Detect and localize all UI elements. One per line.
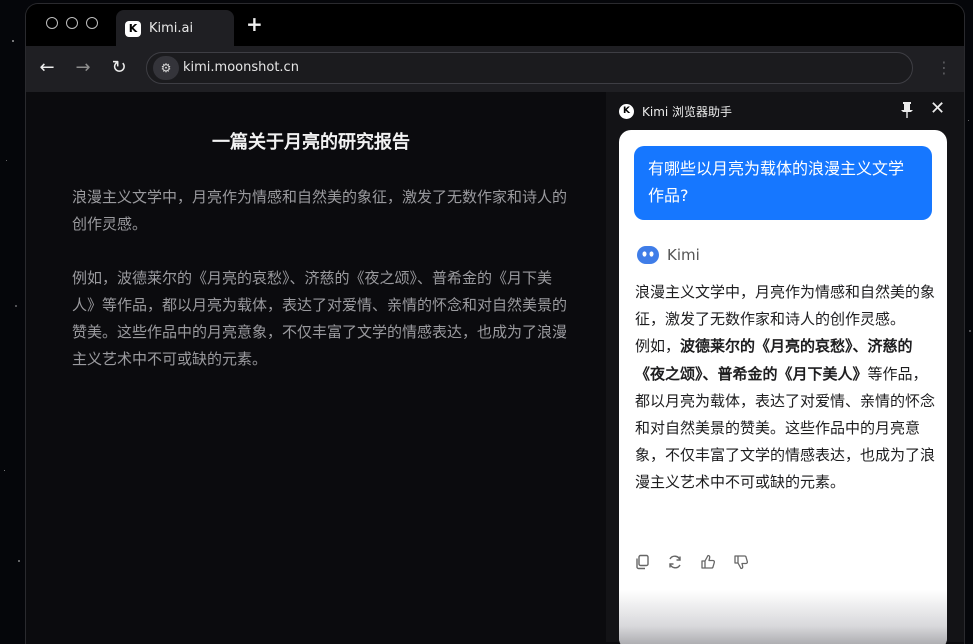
- regenerate-icon[interactable]: [667, 554, 683, 570]
- maximize-window-button[interactable]: [86, 17, 98, 29]
- article-paragraph-1: 浪漫主义文学中，月亮作为情感和自然美的象征，激发了无数作家和诗人的创作灵感。: [72, 188, 568, 233]
- copy-icon[interactable]: [634, 554, 650, 570]
- browser-menu-icon[interactable]: ⋮: [936, 58, 952, 78]
- kimi-side-panel: K Kimi 浏览器助手 ✕ 有哪些以月亮为载体的浪漫主义文学作品? Kimi …: [606, 92, 964, 644]
- page-content: 一篇关于月亮的研究报告 浪漫主义文学中，月亮作为情感和自然美的象征，激发了无数作…: [26, 92, 606, 492]
- thumbs-up-icon[interactable]: [700, 554, 716, 570]
- assistant-message: 浪漫主义文学中，月亮作为情感和自然美的象征，激发了无数作家和诗人的创作灵感。 例…: [635, 279, 935, 497]
- user-message: 有哪些以月亮为载体的浪漫主义文学作品?: [634, 146, 932, 220]
- tab-bar: K Kimi.ai +: [26, 4, 964, 46]
- answer-intro: 例如，: [635, 337, 681, 356]
- url-text[interactable]: kimi.moonshot.cn: [183, 60, 299, 75]
- chat-area: 有哪些以月亮为载体的浪漫主义文学作品? Kimi 浪漫主义文学中，月亮作为情感和…: [619, 130, 947, 644]
- forward-arrow-icon[interactable]: →: [71, 56, 95, 80]
- reload-icon[interactable]: ↻: [107, 56, 131, 80]
- pin-icon[interactable]: [898, 100, 916, 120]
- minimize-window-button[interactable]: [66, 17, 78, 29]
- article-paragraph-2: 例如，波德莱尔的《月亮的哀愁》、济慈的《夜之颂》、普希金的《月下美人》等作品，都…: [72, 269, 568, 368]
- close-window-button[interactable]: [46, 17, 58, 29]
- article-title: 一篇关于月亮的研究报告: [212, 132, 410, 153]
- kimi-avatar-icon: [637, 246, 659, 264]
- scroll-fade: [619, 590, 947, 644]
- assistant-name: Kimi: [667, 246, 700, 264]
- panel-title: Kimi 浏览器助手: [642, 105, 733, 119]
- answer-rest: 等作品，都以月亮为载体，表达了对爱情、亲情的怀念和对自然美景的赞美。这些作品中的…: [635, 364, 936, 492]
- tab-kimi[interactable]: K Kimi.ai: [116, 10, 234, 46]
- answer-paragraph-1: 浪漫主义文学中，月亮作为情感和自然美的象征，激发了无数作家和诗人的创作灵感。: [635, 283, 936, 329]
- browser-toolbar: ← → ↻ ⚙ kimi.moonshot.cn ⋮: [26, 46, 964, 92]
- site-settings-icon[interactable]: ⚙: [153, 56, 179, 80]
- address-bar[interactable]: ⚙ kimi.moonshot.cn: [146, 52, 913, 84]
- thumbs-down-icon[interactable]: [733, 554, 749, 570]
- kimi-logo-icon: K: [619, 104, 634, 119]
- close-panel-icon[interactable]: ✕: [930, 98, 945, 120]
- kimi-favicon-icon: K: [125, 21, 141, 37]
- answer-paragraph-2: 例如，波德莱尔的《月亮的哀愁》、济慈的《夜之颂》、普希金的《月下美人》等作品，都…: [635, 333, 935, 496]
- browser-window: K Kimi.ai + ← → ↻ ⚙ kimi.moonshot.cn ⋮ 一…: [26, 4, 964, 644]
- tab-title: Kimi.ai: [149, 21, 194, 36]
- new-tab-button[interactable]: +: [246, 12, 263, 36]
- back-arrow-icon[interactable]: ←: [35, 56, 59, 80]
